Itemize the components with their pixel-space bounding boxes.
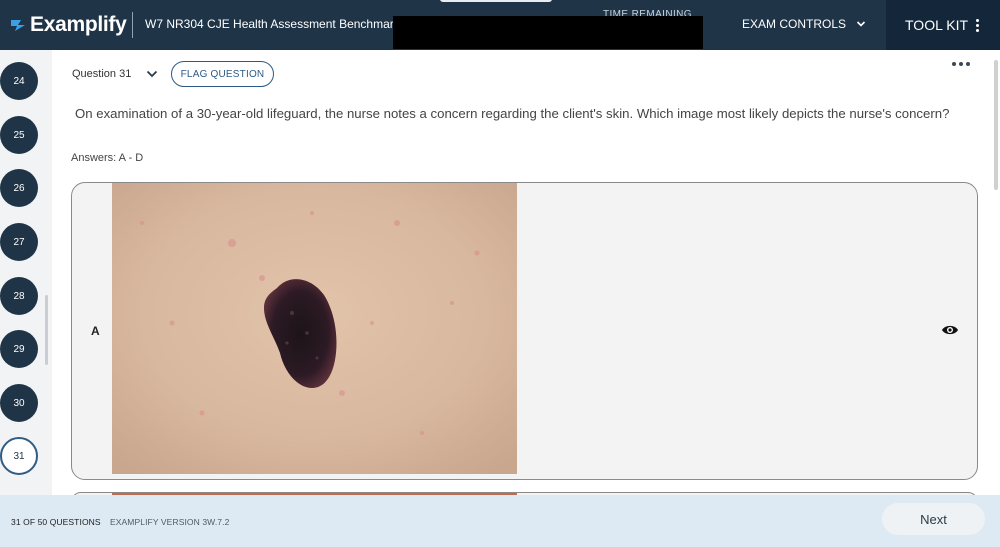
toolkit-button[interactable]: TOOL KIT xyxy=(886,0,1000,50)
flag-question-button[interactable]: FLAG QUESTION xyxy=(171,61,274,87)
more-options-icon[interactable] xyxy=(952,62,970,66)
kebab-menu-icon xyxy=(976,18,980,32)
page-scrollbar[interactable] xyxy=(994,60,998,190)
top-bar: Examplify W7 NR304 CJE Health Assessment… xyxy=(0,0,1000,50)
logo-text: Examplify xyxy=(30,13,127,36)
exam-controls-label: EXAM CONTROLS xyxy=(742,17,847,31)
header-divider xyxy=(132,12,133,38)
question-nav-item[interactable]: 25 xyxy=(0,116,38,154)
question-nav-item-current[interactable]: 31 xyxy=(0,437,38,475)
eye-icon[interactable] xyxy=(941,323,959,337)
question-nav-item[interactable]: 27 xyxy=(0,223,38,261)
examplify-logo-icon xyxy=(11,20,25,31)
question-nav-item[interactable]: 28 xyxy=(0,277,38,315)
next-button[interactable]: Next xyxy=(882,503,985,535)
time-remaining-pill xyxy=(440,0,552,2)
answer-letter: A xyxy=(91,324,100,338)
question-nav-item[interactable]: 29 xyxy=(0,330,38,368)
exam-controls-button[interactable]: EXAM CONTROLS xyxy=(742,17,866,31)
chevron-down-icon xyxy=(856,21,866,27)
answers-range: Answers: A - D xyxy=(71,152,144,164)
toolkit-label: TOOL KIT xyxy=(905,17,969,33)
question-text: On examination of a 30-year-old lifeguar… xyxy=(75,106,950,121)
footer-bar: 31 OF 50 QUESTIONS EXAMPLIFY VERSION 3W.… xyxy=(0,495,1000,547)
question-nav-item[interactable]: 24 xyxy=(0,62,38,100)
question-progress: 31 OF 50 QUESTIONS xyxy=(11,517,101,527)
question-nav-item[interactable]: 26 xyxy=(0,169,38,207)
redacted-region xyxy=(393,16,703,49)
exam-title: W7 NR304 CJE Health Assessment Benchmark xyxy=(145,17,400,31)
app-version: EXAMPLIFY VERSION 3W.7.2 xyxy=(110,517,230,527)
skin-lesion-image xyxy=(112,183,517,474)
examplify-logo: Examplify xyxy=(10,11,127,39)
nav-scrollbar[interactable] xyxy=(45,295,48,365)
question-dropdown-chevron-icon[interactable] xyxy=(146,69,158,79)
question-label: Question 31 xyxy=(72,68,132,80)
question-nav-item[interactable]: 30 xyxy=(0,384,38,422)
